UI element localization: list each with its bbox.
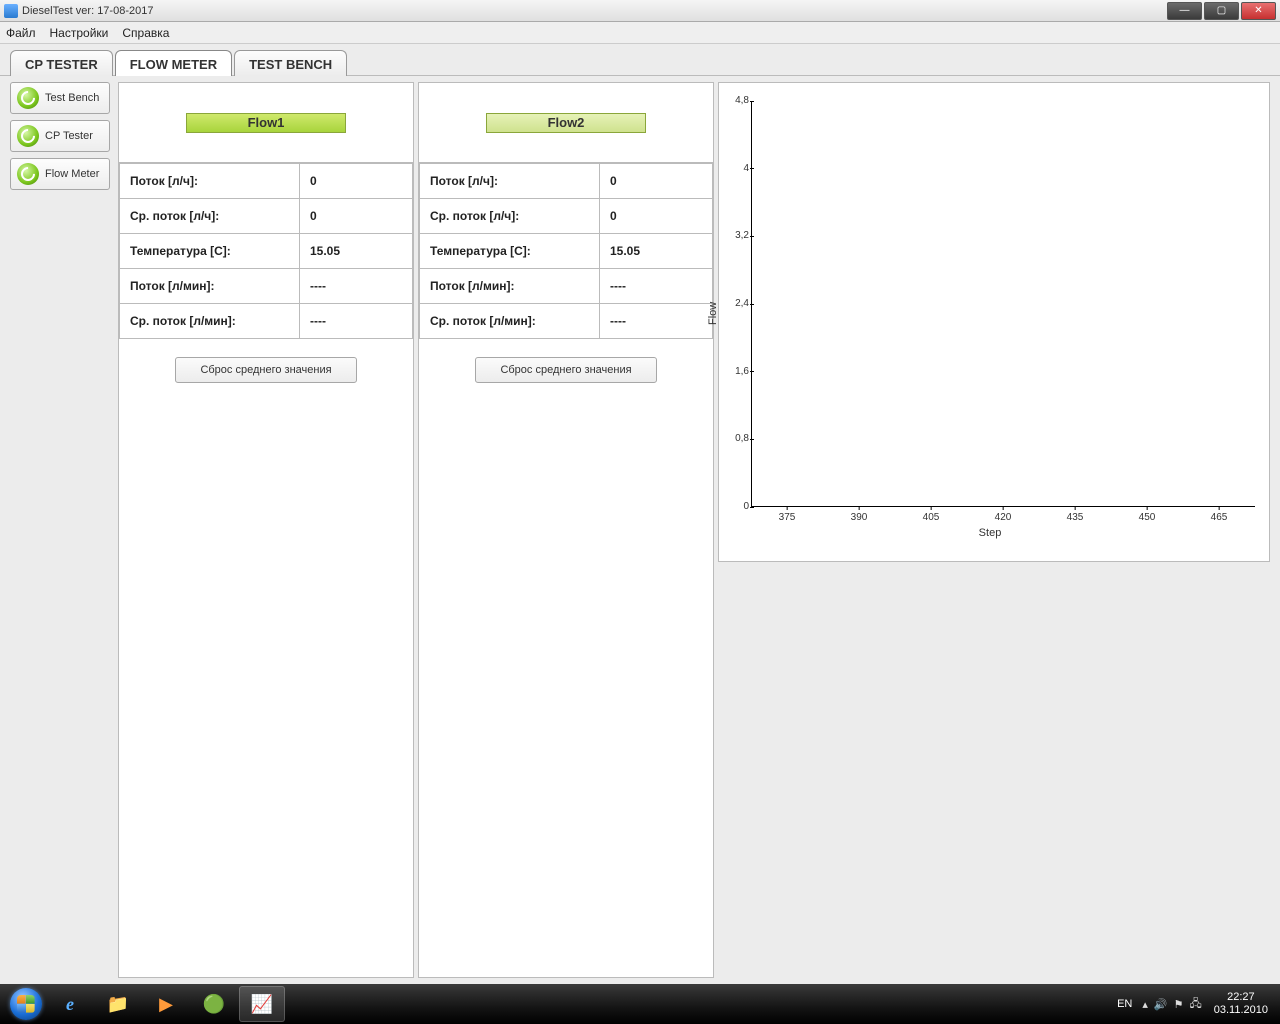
sidebar-test-bench[interactable]: Test Bench	[10, 82, 110, 114]
taskbar-chrome-icon[interactable]: 🟢	[191, 986, 237, 1022]
chart-y-tick: 3,2	[725, 230, 749, 241]
ie-icon: e	[66, 994, 74, 1015]
sidebar-item-label: Test Bench	[45, 92, 99, 104]
label-temp: Температура [C]:	[120, 234, 300, 269]
flow1-flow-lh: 0	[300, 164, 413, 199]
flow2-avg-flow-lh: 0	[600, 199, 713, 234]
chart-y-tick: 2,4	[725, 298, 749, 309]
window-titlebar: DieselTest ver: 17-08-2017 — ▢ ✕	[0, 0, 1280, 22]
flow2-flow-lmin: ----	[600, 269, 713, 304]
taskbar: e 📁 ▶ 🟢 📈 EN ▴ 🔊 ⚑ 🖧 22:27 03.11.2010	[0, 984, 1280, 1024]
tray-flag-icon[interactable]: ⚑	[1174, 998, 1184, 1011]
taskbar-ie-icon[interactable]: e	[47, 986, 93, 1022]
flow2-table: Поток [л/ч]:0 Ср. поток [л/ч]:0 Температ…	[419, 163, 713, 339]
flow1-title: Flow1	[186, 113, 346, 133]
taskbar-time: 22:27	[1214, 991, 1268, 1004]
label-flow-lh: Поток [л/ч]:	[420, 164, 600, 199]
sidebar-item-label: Flow Meter	[45, 168, 99, 180]
chart-y-tick: 4,8	[725, 95, 749, 106]
flow2-flow-lh: 0	[600, 164, 713, 199]
folder-icon: 📁	[107, 994, 129, 1015]
power-icon	[17, 87, 39, 109]
play-icon: ▶	[159, 994, 173, 1015]
flow1-panel: Flow1 Поток [л/ч]:0 Ср. поток [л/ч]:0 Те…	[118, 82, 414, 978]
flow2-avg-flow-lmin: ----	[600, 304, 713, 339]
chrome-icon: 🟢	[203, 994, 225, 1015]
chart-x-tick: 450	[1139, 512, 1156, 523]
windows-orb-icon	[10, 988, 42, 1020]
chart-x-tick: 465	[1211, 512, 1228, 523]
flow2-reset-button[interactable]: Сброс среднего значения	[475, 357, 656, 383]
tab-flow-meter[interactable]: FLOW METER	[115, 50, 232, 76]
flow2-title: Flow2	[486, 113, 646, 133]
flow2-panel: Flow2 Поток [л/ч]:0 Ср. поток [л/ч]:0 Те…	[418, 82, 714, 978]
start-button[interactable]	[6, 984, 46, 1024]
label-avg-flow-lmin: Ср. поток [л/мин]:	[420, 304, 600, 339]
minimize-button[interactable]: —	[1167, 2, 1202, 20]
flow1-reset-button[interactable]: Сброс среднего значения	[175, 357, 356, 383]
tray-volume-icon[interactable]: 🔊	[1154, 998, 1168, 1011]
content-area: Test Bench CP Tester Flow Meter Flow1 По…	[0, 76, 1280, 984]
label-flow-lh: Поток [л/ч]:	[120, 164, 300, 199]
flow-chart: Flow Step 00,81,62,43,244,83753904054204…	[718, 82, 1270, 562]
label-temp: Температура [C]:	[420, 234, 600, 269]
power-icon	[17, 125, 39, 147]
menu-file[interactable]: Файл	[6, 26, 36, 40]
tab-test-bench[interactable]: TEST BENCH	[234, 50, 347, 76]
taskbar-language[interactable]: EN	[1113, 998, 1136, 1010]
taskbar-dieseltest-icon[interactable]: 📈	[239, 986, 285, 1022]
label-avg-flow-lh: Ср. поток [л/ч]:	[420, 199, 600, 234]
main-tabs: CP TESTER FLOW METER TEST BENCH	[0, 44, 1280, 76]
close-button[interactable]: ✕	[1241, 2, 1276, 20]
flow1-avg-flow-lh: 0	[300, 199, 413, 234]
label-avg-flow-lh: Ср. поток [л/ч]:	[120, 199, 300, 234]
chart-y-tick: 0,8	[725, 433, 749, 444]
taskbar-explorer-icon[interactable]: 📁	[95, 986, 141, 1022]
flow1-temp: 15.05	[300, 234, 413, 269]
chart-y-tick: 4	[725, 163, 749, 174]
flow2-temp: 15.05	[600, 234, 713, 269]
taskbar-date: 03.11.2010	[1214, 1004, 1268, 1017]
chart-y-label: Flow	[707, 302, 719, 325]
app-icon	[4, 4, 18, 18]
chart-icon: 📈	[251, 994, 273, 1015]
chart-x-tick: 435	[1067, 512, 1084, 523]
window-title: DieselTest ver: 17-08-2017	[22, 5, 153, 17]
flow1-table: Поток [л/ч]:0 Ср. поток [л/ч]:0 Температ…	[119, 163, 413, 339]
sidebar-flow-meter[interactable]: Flow Meter	[10, 158, 110, 190]
menu-bar: Файл Настройки Справка	[0, 22, 1280, 44]
menu-settings[interactable]: Настройки	[50, 26, 109, 40]
power-icon	[17, 163, 39, 185]
sidebar: Test Bench CP Tester Flow Meter	[10, 82, 110, 978]
label-flow-lmin: Поток [л/мин]:	[420, 269, 600, 304]
chart-x-tick: 375	[779, 512, 796, 523]
chart-x-label: Step	[979, 527, 1002, 539]
chart-y-tick: 0	[725, 501, 749, 512]
taskbar-media-icon[interactable]: ▶	[143, 986, 189, 1022]
label-avg-flow-lmin: Ср. поток [л/мин]:	[120, 304, 300, 339]
tray-chevron-up-icon[interactable]: ▴	[1142, 998, 1148, 1011]
label-flow-lmin: Поток [л/мин]:	[120, 269, 300, 304]
taskbar-clock[interactable]: 22:27 03.11.2010	[1208, 991, 1274, 1017]
chart-x-tick: 420	[995, 512, 1012, 523]
maximize-button[interactable]: ▢	[1204, 2, 1239, 20]
chart-y-tick: 1,6	[725, 366, 749, 377]
menu-help[interactable]: Справка	[122, 26, 169, 40]
sidebar-cp-tester[interactable]: CP Tester	[10, 120, 110, 152]
chart-x-tick: 390	[851, 512, 868, 523]
sidebar-item-label: CP Tester	[45, 130, 93, 142]
tray-network-icon[interactable]: 🖧	[1189, 995, 1201, 1014]
flow1-avg-flow-lmin: ----	[300, 304, 413, 339]
chart-x-tick: 405	[923, 512, 940, 523]
flow1-flow-lmin: ----	[300, 269, 413, 304]
tab-cp-tester[interactable]: CP TESTER	[10, 50, 113, 76]
